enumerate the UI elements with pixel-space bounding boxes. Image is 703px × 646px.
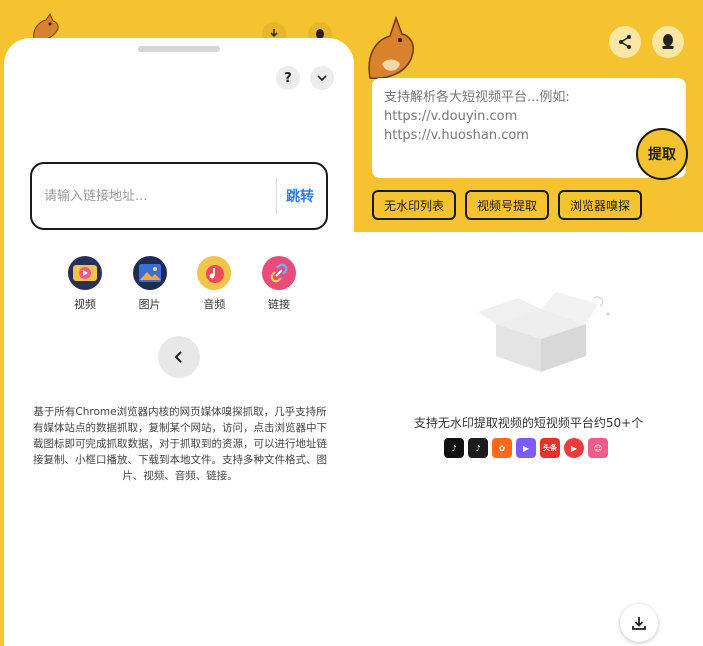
share-button[interactable] [609, 26, 641, 58]
extract-button[interactable]: 提取 [636, 128, 688, 180]
right-screen: 支持解析各大短视频平台...例如: https://v.douyin.com h… [354, 0, 703, 646]
pipi-icon: ☺ [588, 438, 608, 458]
media-item-audio[interactable]: 音频 [191, 256, 237, 312]
media-label: 音频 [203, 298, 226, 311]
douyin-icon: ♪ [444, 438, 464, 458]
video-icon [73, 265, 97, 281]
platform-support-text: 支持无水印提取视频的短视频平台约50+个 [413, 416, 644, 430]
audio-icon [206, 265, 225, 283]
chevron-down-icon [317, 75, 327, 82]
sniffer-sheet: ? 跳转 视频 [4, 38, 354, 646]
left-screen: ? 跳转 视频 [0, 0, 354, 646]
media-item-image[interactable]: 图片 [127, 256, 173, 312]
chevron-left-icon [174, 351, 182, 363]
no-watermark-list-button[interactable]: 无水印列表 [372, 190, 457, 220]
qq-icon [662, 34, 674, 49]
collapse-button[interactable] [310, 66, 334, 90]
media-item-video[interactable]: 视频 [62, 256, 108, 312]
textarea-hint-line: 支持解析各大短视频平台...例如: [384, 90, 570, 105]
platform-icon-row: ♪ ♪ ✿ ▶ 头条 ▶ ☺ [444, 438, 608, 458]
weishi-icon: ▶ [516, 438, 536, 458]
media-label: 视频 [74, 298, 96, 311]
download-icon [632, 617, 646, 630]
kuaishou-icon: ✿ [492, 438, 512, 458]
url-divider [276, 178, 277, 214]
sheet-grabber[interactable] [138, 46, 220, 52]
media-label: 链接 [267, 298, 290, 311]
share-icon [619, 35, 631, 49]
image-icon [138, 264, 161, 282]
media-item-link[interactable]: 链接 [256, 256, 302, 312]
qq-button[interactable] [652, 26, 684, 58]
jump-button[interactable]: 跳转 [286, 186, 314, 206]
toutiao-icon: 头条 [540, 438, 560, 458]
back-button[interactable] [158, 336, 200, 378]
xigua-icon: ▶ [564, 438, 584, 458]
tool-button-row: 无水印列表 视频号提取 浏览器嗅探 [372, 190, 643, 220]
browser-sniff-button[interactable]: 浏览器嗅探 [558, 190, 643, 220]
channels-extract-button[interactable]: 视频号提取 [465, 190, 550, 220]
media-type-row: 视频 图片 音频 链接 [62, 256, 302, 312]
download-button[interactable] [620, 604, 658, 642]
help-button[interactable]: ? [276, 66, 300, 90]
douyin-lite-icon: ♪ [468, 438, 488, 458]
empty-box-illustration [478, 292, 610, 372]
url-input[interactable] [44, 184, 264, 208]
link-icon [270, 263, 288, 283]
textarea-hint-line: https://v.huoshan.com [384, 128, 529, 143]
textarea-hint-line: https://v.douyin.com [384, 109, 518, 124]
feature-description: 基于所有Chrome浏览器内核的网页媒体嗅探抓取，几乎支持所有媒体站点的数据抓取… [33, 406, 327, 482]
media-label: 图片 [138, 298, 161, 311]
url-box: 跳转 [30, 162, 328, 230]
kangaroo-logo [368, 15, 414, 79]
